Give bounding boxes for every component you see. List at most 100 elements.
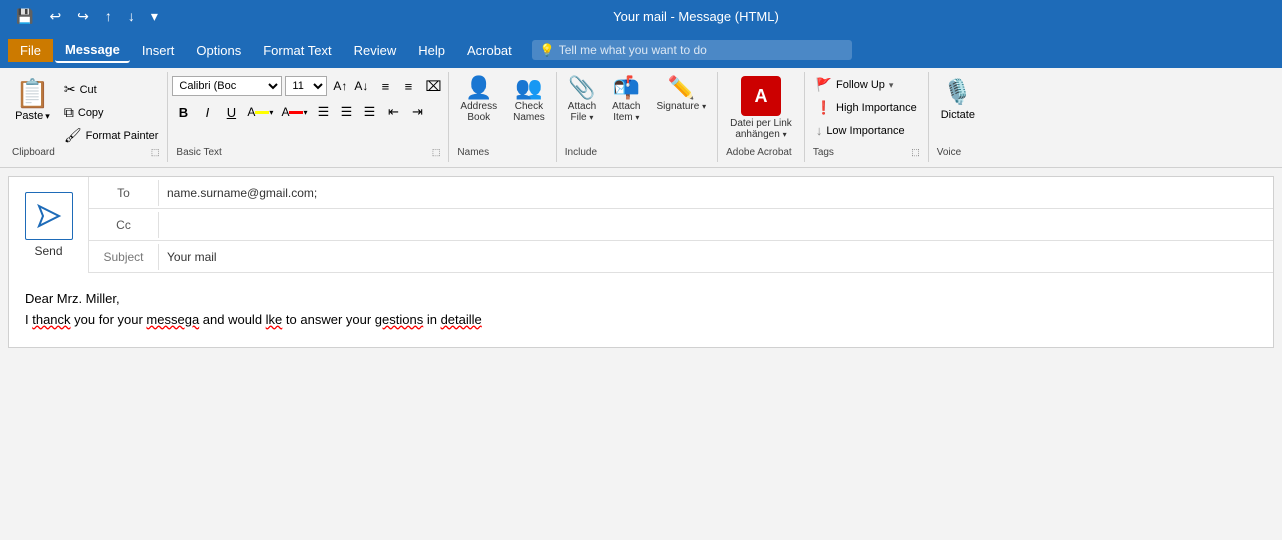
- underline-button[interactable]: U: [220, 101, 242, 123]
- menu-acrobat[interactable]: Acrobat: [457, 39, 522, 62]
- search-input[interactable]: [559, 43, 844, 57]
- undo-button[interactable]: ↩: [45, 6, 65, 27]
- menu-review[interactable]: Review: [344, 39, 407, 62]
- clipboard-small-buttons: ✂ Cut ⧉ Copy 🖌 Format Painter: [59, 74, 164, 147]
- copy-button[interactable]: ⧉ Copy: [59, 101, 164, 124]
- high-importance-label: High Importance: [836, 102, 917, 114]
- clipboard-expand-icon[interactable]: ⬚: [151, 147, 160, 158]
- low-importance-icon: ↓: [816, 123, 823, 138]
- signature-button[interactable]: ✏️ Signature ▾: [650, 74, 714, 115]
- subject-input[interactable]: [159, 244, 1273, 270]
- signature-icon: ✏️: [668, 77, 695, 99]
- body-line1: Dear Mrz. Miller,: [25, 289, 1257, 310]
- clipboard-content: 📋 Paste ▾ ✂ Cut ⧉ Copy: [8, 74, 163, 147]
- to-input[interactable]: [159, 180, 1273, 206]
- title-bar-left: 💾 ↩ ↪ ↑ ↓ ▾: [12, 6, 162, 27]
- acrobat-icon: A: [741, 76, 781, 116]
- compose-area: Send To Cc Subject Dear Mrz. Miller, I t…: [8, 176, 1274, 348]
- font-decrease-button[interactable]: A↓: [351, 76, 371, 96]
- align-buttons: ☰ ☰ ☰: [312, 101, 380, 123]
- subject-row: Subject: [89, 241, 1273, 273]
- align-right-button[interactable]: ☰: [358, 101, 380, 123]
- follow-up-label: Follow Up: [836, 79, 885, 91]
- cc-button[interactable]: Cc: [89, 212, 159, 238]
- follow-up-button[interactable]: 🚩 Follow Up ▾: [809, 74, 924, 96]
- bold-button[interactable]: B: [172, 101, 194, 123]
- cut-button[interactable]: ✂ Cut: [59, 78, 164, 101]
- menu-insert[interactable]: Insert: [132, 39, 185, 62]
- ribbon-group-names: 👤 AddressBook 👥 CheckNames Names: [449, 72, 556, 162]
- address-book-button[interactable]: 👤 AddressBook: [453, 74, 504, 126]
- misspelled-messega: messega: [146, 312, 199, 327]
- ribbon-group-tags: 🚩 Follow Up ▾ ❗ High Importance ↓ Low Im…: [805, 72, 929, 162]
- font-color-dropdown-icon[interactable]: ▾: [303, 108, 307, 117]
- bullets-button[interactable]: ≡: [374, 75, 396, 97]
- send-label: Send: [34, 244, 62, 258]
- down-button[interactable]: ↓: [124, 6, 139, 26]
- align-left-button[interactable]: ☰: [312, 101, 334, 123]
- misspelled-thanck: thanck: [32, 312, 70, 327]
- indent-increase-button[interactable]: ⇥: [406, 101, 428, 123]
- cc-input[interactable]: [159, 212, 1273, 238]
- acrobat-label: Datei per Linkanhängen ▾: [730, 118, 792, 140]
- tags-expand-icon[interactable]: ⬚: [911, 147, 920, 158]
- send-button[interactable]: [25, 192, 73, 240]
- italic-button[interactable]: I: [196, 101, 218, 123]
- basic-text-expand-icon[interactable]: ⬚: [432, 147, 441, 158]
- menu-message[interactable]: Message: [55, 38, 130, 63]
- low-importance-button[interactable]: ↓ Low Importance: [809, 120, 924, 141]
- font-color-button[interactable]: A ▾: [278, 101, 310, 123]
- paste-button[interactable]: 📋 Paste ▾: [8, 74, 57, 125]
- format-painter-icon: 🖌: [64, 127, 82, 144]
- tags-group-label: Tags: [813, 147, 834, 158]
- check-names-button[interactable]: 👥 CheckNames: [506, 74, 552, 126]
- body-line2: I thanck you for your messega and would …: [25, 310, 1257, 331]
- email-body[interactable]: Dear Mrz. Miller, I thanck you for your …: [9, 273, 1273, 347]
- font-family-select[interactable]: Calibri (Boc: [172, 76, 282, 96]
- paste-area: 📋 Paste ▾: [8, 74, 57, 125]
- address-book-icon: 👤: [465, 77, 492, 99]
- format-painter-button[interactable]: 🖌 Format Painter: [59, 124, 164, 147]
- tags-group-label-row: Tags ⬚: [809, 147, 924, 160]
- to-row: To: [89, 177, 1273, 209]
- to-button[interactable]: To: [89, 180, 159, 206]
- menu-format-text[interactable]: Format Text: [253, 39, 341, 62]
- attach-item-button[interactable]: 📬 AttachItem ▾: [605, 74, 647, 126]
- acrobat-group-label-row: Adobe Acrobat: [722, 147, 800, 160]
- qat-dropdown-button[interactable]: ▾: [147, 6, 162, 27]
- redo-button[interactable]: ↪: [73, 6, 93, 27]
- clear-formatting-button[interactable]: ⌧: [422, 75, 444, 97]
- menu-options[interactable]: Options: [186, 39, 251, 62]
- search-icon: 💡: [540, 43, 555, 57]
- follow-up-dropdown-icon[interactable]: ▾: [889, 80, 894, 91]
- up-button[interactable]: ↑: [101, 6, 116, 26]
- numbering-button[interactable]: ≡: [397, 75, 419, 97]
- highlight-color-button[interactable]: A ▾: [244, 101, 276, 123]
- names-content: 👤 AddressBook 👥 CheckNames: [453, 74, 551, 147]
- indent-decrease-button[interactable]: ⇤: [382, 101, 404, 123]
- font-increase-button[interactable]: A↑: [330, 76, 350, 96]
- attach-item-icon: 📬: [613, 77, 640, 99]
- copy-label: Copy: [78, 107, 104, 119]
- ribbon-group-include: 📎 AttachFile ▾ 📬 AttachItem ▾ ✏️ Signatu…: [557, 72, 718, 162]
- cut-icon: ✂: [64, 81, 76, 98]
- font-size-select[interactable]: 11: [285, 76, 327, 96]
- menu-help[interactable]: Help: [408, 39, 455, 62]
- acrobat-content: A Datei per Linkanhängen ▾: [722, 74, 800, 147]
- high-importance-icon: ❗: [816, 100, 832, 116]
- address-book-label: AddressBook: [460, 101, 497, 123]
- menu-file[interactable]: File: [8, 39, 53, 62]
- font-size-controls: A↑ A↓: [330, 76, 371, 96]
- paste-dropdown-arrow[interactable]: ▾: [45, 111, 50, 122]
- save-button[interactable]: 💾: [12, 6, 37, 27]
- high-importance-button[interactable]: ❗ High Importance: [809, 97, 924, 119]
- highlight-dropdown-icon[interactable]: ▾: [269, 108, 273, 117]
- search-box[interactable]: 💡: [532, 40, 852, 60]
- attach-file-button[interactable]: 📎 AttachFile ▾: [561, 74, 603, 126]
- ribbon-group-basic-text: Calibri (Boc 11 A↑ A↓ ≡ ≡ ⌧: [168, 72, 449, 162]
- dictate-button[interactable]: 🎙️ Dictate: [933, 74, 983, 125]
- acrobat-button[interactable]: A Datei per Linkanhängen ▾: [722, 74, 800, 142]
- misspelled-lke: lke: [266, 312, 283, 327]
- align-center-button[interactable]: ☰: [335, 101, 357, 123]
- basic-text-group-label: Basic Text: [176, 147, 221, 158]
